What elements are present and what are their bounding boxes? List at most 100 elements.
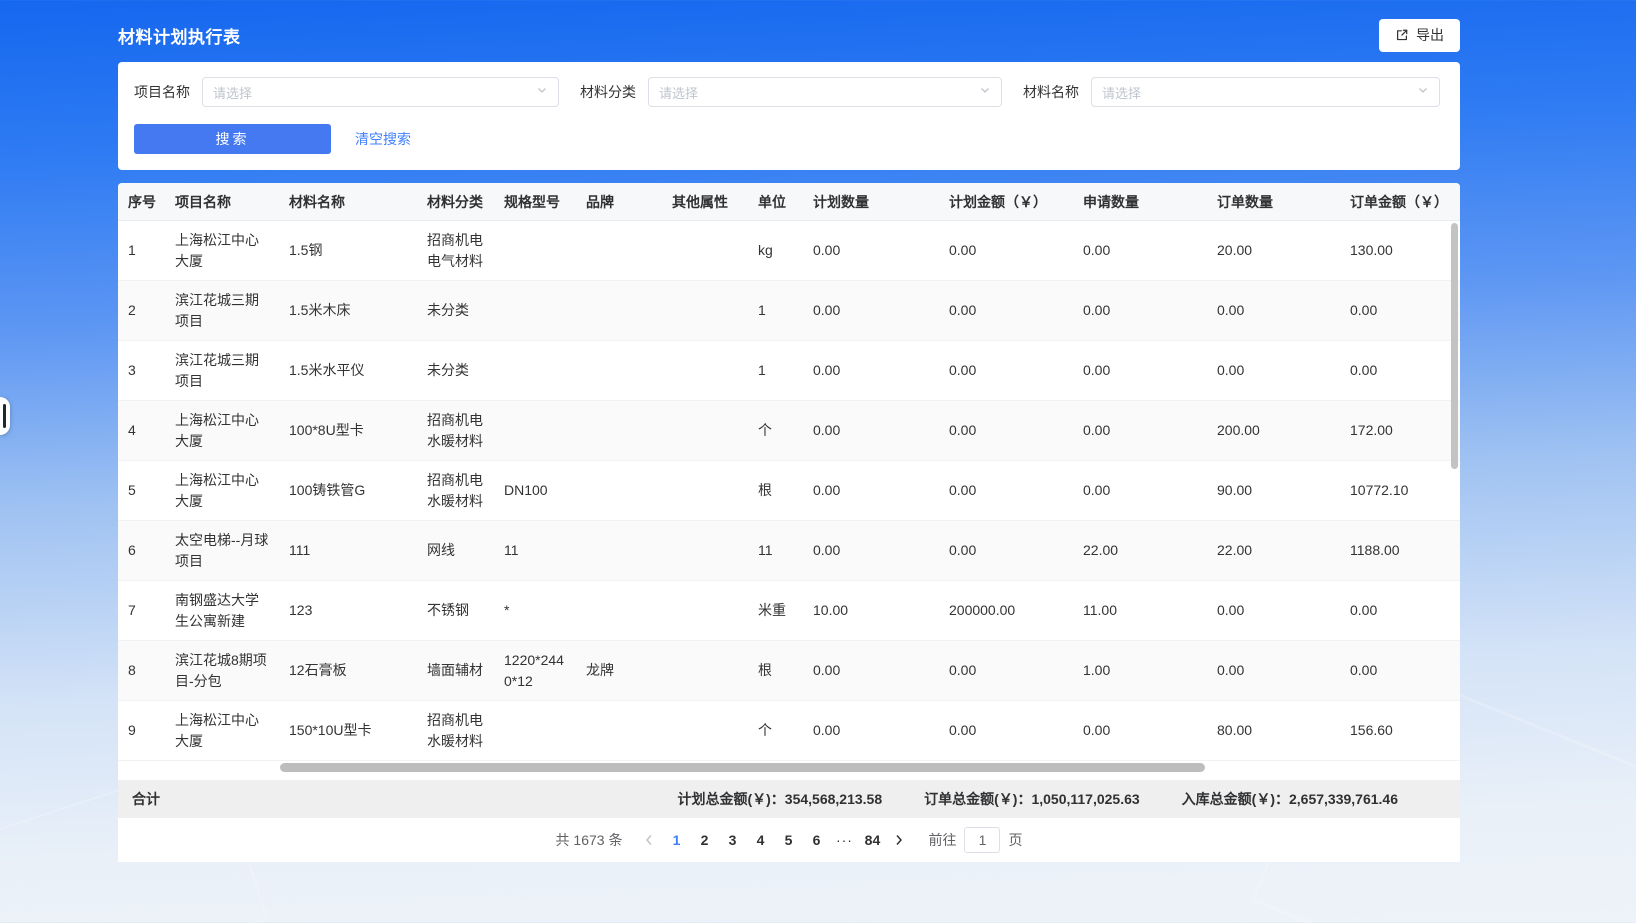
table-cell: [576, 423, 662, 439]
table-cell: 上海松江中心大厦: [165, 222, 279, 280]
table-cell: kg: [748, 232, 803, 269]
table-row[interactable]: 3滨江花城三期项目1.5米水平仪未分类10.000.000.000.000.00: [118, 341, 1460, 401]
page-container: 材料计划执行表 导出 项目名称 请选择: [118, 16, 1460, 862]
chevron-down-icon: [979, 83, 991, 101]
material-name-select[interactable]: 请选择: [1091, 77, 1440, 107]
horizontal-scrollbar[interactable]: [280, 763, 1205, 772]
table-cell: 滨江花城三期项目: [165, 282, 279, 340]
table-cell: 22.00: [1073, 532, 1207, 569]
pager-ellipsis: ···: [830, 826, 858, 854]
table-cell: 1.5米水平仪: [279, 352, 417, 389]
column-header: 计划数量: [803, 192, 939, 212]
material-category-label: 材料分类: [580, 82, 636, 102]
column-header: 项目名称: [165, 192, 279, 212]
table-cell: 个: [748, 712, 803, 749]
search-button[interactable]: 搜索: [134, 124, 331, 154]
table-cell: 6: [118, 532, 165, 569]
table-cell: 1188.00: [1340, 532, 1460, 569]
table-cell: [576, 483, 662, 499]
material-category-select[interactable]: 请选择: [648, 77, 1002, 107]
pager-next-icon[interactable]: [886, 826, 912, 854]
material-category-placeholder: 请选择: [659, 83, 698, 102]
table-cell: 上海松江中心大厦: [165, 702, 279, 760]
table-cell: 0.00: [1207, 352, 1340, 389]
pager-page[interactable]: 1: [662, 826, 690, 854]
table-cell: 0.00: [1073, 232, 1207, 269]
table-cell: 1.5钢: [279, 232, 417, 269]
table-row[interactable]: 8滨江花城8期项目-分包12石膏板墙面辅材1220*2440*12龙牌根0.00…: [118, 641, 1460, 701]
table-cell: 0.00: [1073, 712, 1207, 749]
table-cell: [576, 723, 662, 739]
table-cell: [494, 423, 576, 439]
table-cell: 4: [118, 412, 165, 449]
table-row[interactable]: 2滨江花城三期项目1.5米木床未分类10.000.000.000.000.00: [118, 281, 1460, 341]
table-cell: [662, 243, 748, 259]
table-row[interactable]: 9上海松江中心大厦150*10U型卡招商机电水暖材料个0.000.000.008…: [118, 701, 1460, 761]
clear-search-link[interactable]: 清空搜索: [355, 129, 411, 149]
table-cell: 150*10U型卡: [279, 712, 417, 749]
table-row[interactable]: 4上海松江中心大厦100*8U型卡招商机电水暖材料个0.000.000.0020…: [118, 401, 1460, 461]
table-cell: 1.00: [1073, 652, 1207, 689]
table-row[interactable]: 7南钢盛达大学生公寓新建123不锈钢*米重10.00200000.0011.00…: [118, 581, 1460, 641]
table-cell: 11: [494, 532, 576, 569]
pager-prev-icon[interactable]: [636, 826, 662, 854]
filter-field-project: 项目名称 请选择: [134, 77, 580, 107]
table-cell: 0.00: [803, 472, 939, 509]
table-cell: [576, 303, 662, 319]
table-cell: [662, 363, 748, 379]
pager-page[interactable]: 2: [690, 826, 718, 854]
table-cell: 100铸铁管G: [279, 472, 417, 509]
vertical-scrollbar[interactable]: [1451, 223, 1458, 469]
table-cell: 0.00: [939, 472, 1073, 509]
table-cell: 0.00: [939, 292, 1073, 329]
table-row[interactable]: 6太空电梯--月球项目111网线11110.000.0022.0022.0011…: [118, 521, 1460, 581]
table-cell: [662, 543, 748, 559]
table-cell: 招商机电水暖材料: [417, 702, 494, 760]
table-cell: 0.00: [939, 532, 1073, 569]
table-cell: 5: [118, 472, 165, 509]
summary-row: 合计 计划总金额(￥)：354,568,213.58订单总金额(￥)：1,050…: [118, 780, 1460, 818]
export-button[interactable]: 导出: [1379, 19, 1460, 52]
table-row[interactable]: 1上海松江中心大厦1.5钢招商机电电气材料kg0.000.000.0020.00…: [118, 221, 1460, 281]
table-cell: 1: [118, 232, 165, 269]
pager-page[interactable]: 3: [718, 826, 746, 854]
table-cell: [662, 603, 748, 619]
table-cell: 3: [118, 352, 165, 389]
table-cell: 10.00: [803, 592, 939, 629]
table-cell: 172.00: [1340, 412, 1460, 449]
table-cell: 10772.10: [1340, 472, 1460, 509]
table-cell: [662, 723, 748, 739]
table-row[interactable]: 5上海松江中心大厦100铸铁管G招商机电水暖材料DN100根0.000.000.…: [118, 461, 1460, 521]
table-cell: 0.00: [1073, 352, 1207, 389]
total-count: 共 1673 条: [556, 830, 623, 850]
side-drawer-handle[interactable]: [0, 397, 10, 435]
table-cell: 个: [748, 412, 803, 449]
table-cell: 12石膏板: [279, 652, 417, 689]
project-name-select[interactable]: 请选择: [202, 77, 559, 107]
table-header-row: 序号项目名称材料名称材料分类规格型号品牌其他属性单位计划数量计划金额（￥）申请数…: [118, 183, 1460, 221]
goto-page-input[interactable]: [964, 827, 1000, 853]
table-cell: 11: [748, 532, 803, 569]
table-cell: 0.00: [803, 652, 939, 689]
table-cell: [576, 543, 662, 559]
table-cell: 1.5米木床: [279, 292, 417, 329]
pager-page[interactable]: 6: [802, 826, 830, 854]
table-cell: [662, 483, 748, 499]
table-cell: 未分类: [417, 292, 494, 329]
table-cell: 0.00: [1207, 592, 1340, 629]
material-plan-table: 序号项目名称材料名称材料分类规格型号品牌其他属性单位计划数量计划金额（￥）申请数…: [118, 183, 1460, 862]
column-header: 序号: [118, 192, 165, 212]
column-header: 其他属性: [662, 192, 748, 212]
table-cell: [662, 663, 748, 679]
pager-page[interactable]: 84: [858, 826, 886, 854]
pager-page[interactable]: 5: [774, 826, 802, 854]
table-cell: 龙牌: [576, 652, 662, 689]
pager-page[interactable]: 4: [746, 826, 774, 854]
table-cell: 根: [748, 652, 803, 689]
column-header: 计划金额（￥）: [939, 192, 1073, 212]
table-cell: [494, 723, 576, 739]
table-cell: 招商机电水暖材料: [417, 402, 494, 460]
table-cell: 22.00: [1207, 532, 1340, 569]
table-cell: 上海松江中心大厦: [165, 462, 279, 520]
table-cell: 123: [279, 592, 417, 629]
